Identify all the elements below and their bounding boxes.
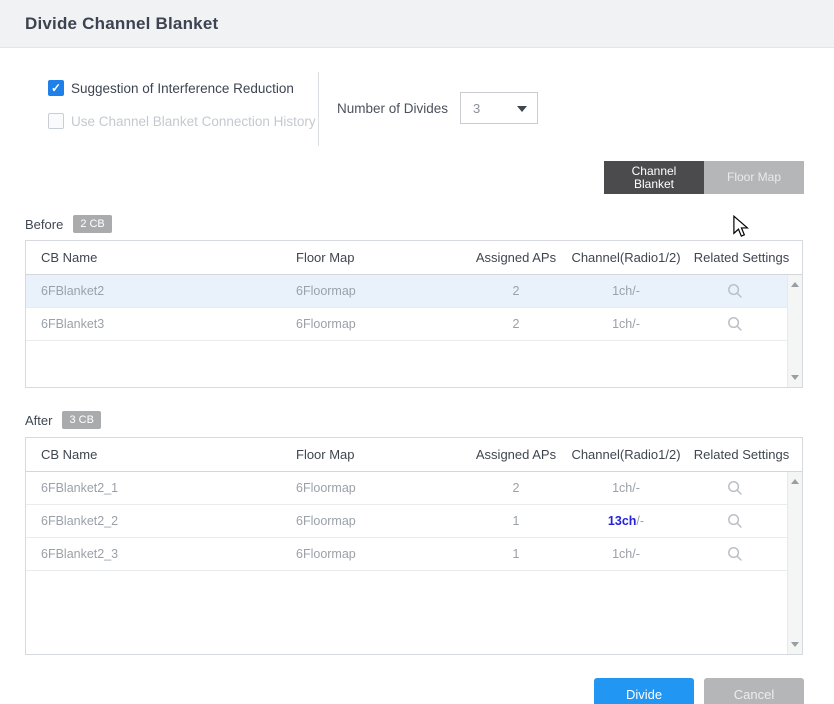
checkbox-group: ✓ Suggestion of Interference Reduction U…: [48, 72, 318, 146]
magnifier-icon[interactable]: [727, 283, 743, 299]
column-header-assigned-aps: Assigned APs: [461, 447, 571, 462]
floor-map-cell: 6Floormap: [296, 481, 461, 495]
after-section-label: After 3 CB: [25, 410, 834, 430]
vertical-divider: [318, 72, 319, 146]
chevron-down-icon: [517, 106, 527, 112]
after-count-badge: 3 CB: [62, 411, 100, 429]
column-header-related-settings: Related Settings: [681, 447, 802, 462]
table-row[interactable]: 6FBlanket2 6Floormap 2 1ch/-: [26, 275, 789, 308]
after-table-body: 6FBlanket2_1 6Floormap 2 1ch/- 6FBlanket…: [26, 472, 789, 571]
related-settings-cell: [681, 513, 789, 529]
cb-name-cell: 6FBlanket2: [26, 284, 296, 298]
table-row[interactable]: 6FBlanket2_1 6Floormap 2 1ch/-: [26, 472, 789, 505]
floor-map-cell: 6Floormap: [296, 514, 461, 528]
history-checkbox-label: Use Channel Blanket Connection History: [71, 114, 316, 129]
number-of-divides-label: Number of Divides: [337, 101, 448, 116]
column-header-channel: Channel(Radio1/2): [571, 250, 681, 265]
dialog-title: Divide Channel Blanket: [25, 14, 218, 34]
related-settings-cell: [681, 546, 789, 562]
after-scrollbar[interactable]: [787, 472, 802, 654]
column-header-cb-name: CB Name: [26, 250, 296, 265]
assigned-aps-cell: 1: [461, 547, 571, 561]
column-header-floor-map: Floor Map: [296, 250, 461, 265]
suggestion-checkbox-label: Suggestion of Interference Reduction: [71, 81, 294, 96]
column-header-floor-map: Floor Map: [296, 447, 461, 462]
floor-map-cell: 6Floormap: [296, 317, 461, 331]
before-table-body: 6FBlanket2 6Floormap 2 1ch/- 6FBlanket3 …: [26, 275, 789, 341]
channel-value: 1ch/-: [612, 317, 640, 331]
channel-cell: 1ch/-: [571, 481, 681, 495]
before-table-header: CB Name Floor Map Assigned APs Channel(R…: [26, 241, 802, 275]
channel-value: /-: [636, 514, 644, 528]
assigned-aps-cell: 2: [461, 481, 571, 495]
magnifier-icon[interactable]: [727, 316, 743, 332]
before-label: Before: [25, 217, 63, 232]
assigned-aps-cell: 1: [461, 514, 571, 528]
before-scrollbar[interactable]: [787, 275, 802, 387]
number-of-divides-group: Number of Divides 3: [337, 72, 538, 124]
number-of-divides-value: 3: [473, 101, 480, 116]
checkbox-unchecked-icon: [48, 113, 64, 129]
scroll-up-arrow-icon[interactable]: [791, 282, 799, 287]
magnifier-icon[interactable]: [727, 546, 743, 562]
after-table-header: CB Name Floor Map Assigned APs Channel(R…: [26, 438, 802, 472]
magnifier-icon[interactable]: [727, 513, 743, 529]
options-row: ✓ Suggestion of Interference Reduction U…: [48, 72, 804, 146]
channel-value: 1ch/-: [612, 284, 640, 298]
column-header-cb-name: CB Name: [26, 447, 296, 462]
floor-map-cell: 6Floormap: [296, 547, 461, 561]
scroll-down-arrow-icon[interactable]: [791, 642, 799, 647]
divide-button[interactable]: Divide: [594, 678, 694, 704]
number-of-divides-select[interactable]: 3: [460, 92, 538, 124]
channel-value: 1ch/-: [612, 547, 640, 561]
after-label: After: [25, 413, 52, 428]
channel-cell: 1ch/-: [571, 317, 681, 331]
cb-name-cell: 6FBlanket2_1: [26, 481, 296, 495]
assigned-aps-cell: 2: [461, 317, 571, 331]
tab-channel-blanket[interactable]: Channel Blanket: [604, 161, 704, 194]
channel-cell: 13ch/-: [571, 514, 681, 528]
related-settings-cell: [681, 480, 789, 496]
channel-cell: 1ch/-: [571, 284, 681, 298]
table-row[interactable]: 6FBlanket3 6Floormap 2 1ch/-: [26, 308, 789, 341]
before-count-badge: 2 CB: [73, 215, 111, 233]
cancel-button[interactable]: Cancel: [704, 678, 804, 704]
before-table: CB Name Floor Map Assigned APs Channel(R…: [25, 240, 803, 388]
channel-cell: 1ch/-: [571, 547, 681, 561]
column-header-assigned-aps: Assigned APs: [461, 250, 571, 265]
scroll-down-arrow-icon[interactable]: [791, 375, 799, 380]
checkbox-checked-icon[interactable]: ✓: [48, 80, 64, 96]
history-checkbox-row: Use Channel Blanket Connection History: [48, 113, 318, 129]
floor-map-cell: 6Floormap: [296, 284, 461, 298]
table-row[interactable]: 6FBlanket2_2 6Floormap 1 13ch/-: [26, 505, 789, 538]
column-header-channel: Channel(Radio1/2): [571, 447, 681, 462]
tab-floor-map[interactable]: Floor Map: [704, 161, 804, 194]
table-row[interactable]: 6FBlanket2_3 6Floormap 1 1ch/-: [26, 538, 789, 571]
column-header-related-settings: Related Settings: [681, 250, 802, 265]
view-toggle: Channel Blanket Floor Map: [0, 161, 804, 194]
suggestion-checkbox-row[interactable]: ✓ Suggestion of Interference Reduction: [48, 80, 318, 96]
channel-value: 1ch/-: [612, 481, 640, 495]
before-section-label: Before 2 CB: [25, 214, 834, 234]
cb-name-cell: 6FBlanket2_2: [26, 514, 296, 528]
after-table: CB Name Floor Map Assigned APs Channel(R…: [25, 437, 803, 655]
cb-name-cell: 6FBlanket3: [26, 317, 296, 331]
dialog-header: Divide Channel Blanket: [0, 0, 834, 48]
cb-name-cell: 6FBlanket2_3: [26, 547, 296, 561]
assigned-aps-cell: 2: [461, 284, 571, 298]
divide-channel-blanket-dialog: Divide Channel Blanket ✓ Suggestion of I…: [0, 0, 834, 704]
magnifier-icon[interactable]: [727, 480, 743, 496]
channel-highlight-value: 13ch: [608, 514, 637, 528]
scroll-up-arrow-icon[interactable]: [791, 479, 799, 484]
related-settings-cell: [681, 316, 789, 332]
dialog-actions: Divide Cancel: [0, 678, 804, 704]
related-settings-cell: [681, 283, 789, 299]
